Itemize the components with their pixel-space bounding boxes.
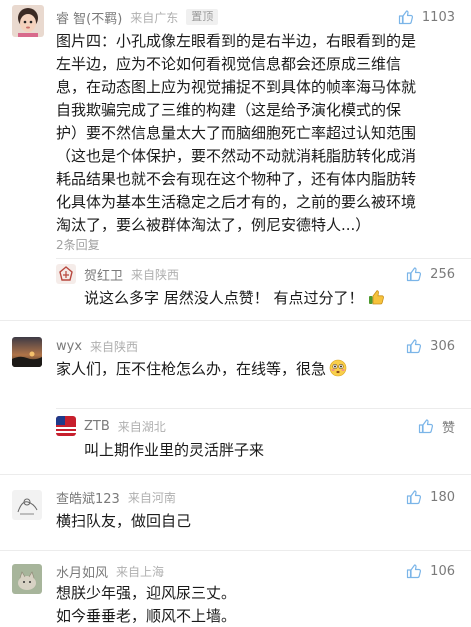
username[interactable]: 查皓斌123 (56, 488, 120, 507)
thumbs-up-icon (407, 267, 422, 282)
comment-line: 图片四：小孔成像左眼看到的是右半边，右眼看到的是 (56, 32, 417, 50)
like-count: 106 (430, 563, 455, 579)
like-count: 1103 (421, 9, 455, 25)
sunset-avatar[interactable] (12, 337, 42, 367)
like-button[interactable]: 180 (406, 488, 455, 506)
comment-item: 睿 智(不羁) 来自广东 置顶 1103 图片四：小孔成像左眼看到的是右半边，右… (0, 0, 471, 258)
location-label: 来自广东 (130, 10, 179, 25)
comment-text-content: 横扫队友，做回自己 (56, 512, 192, 530)
child-photo-avatar[interactable] (12, 5, 44, 37)
thumbs-up-icon (407, 490, 422, 505)
comment-text: 家人们，压不住枪怎么办，在线等，很急 (56, 358, 456, 381)
like-label: 赞 (441, 420, 455, 436)
username[interactable]: 水月如风 (56, 562, 108, 581)
divider (0, 550, 471, 551)
username[interactable]: wyx (56, 339, 82, 354)
username[interactable]: 贺红卫 (84, 265, 123, 284)
location-label: 来自河南 (127, 490, 176, 505)
location-label: 来自湖北 (117, 419, 166, 434)
comment-line: 护）要不然信息量太大了而脑细胞死亡率超过认知范围 (56, 124, 417, 142)
comment-line: 左半边，应为不论如何看视觉信息都会还原成三维信 (56, 55, 402, 73)
like-count: 306 (430, 338, 455, 354)
cat-avatar[interactable] (12, 564, 42, 594)
comment-item: 查皓斌123 来自河南 180 横扫队友，做回自己 (0, 474, 471, 550)
thumbs-up-icon (407, 564, 422, 579)
comment-text: 叫上期作业里的灵活胖子来 (84, 439, 454, 462)
thumbs-up-emoji (368, 290, 384, 305)
comment-text: 想朕少年强，迎风尿三丈。 如今垂垂老，顺风不上墙。 (56, 582, 456, 627)
comment-line: 淘汰了，要么被群体淘汰了，例尼安德特人...） (56, 216, 371, 234)
username[interactable]: 睿 智(不羁) (56, 8, 122, 27)
divider (56, 258, 471, 259)
comment-text-content: 说这么多字 居然没人点赞！ 有点过分了！ (84, 289, 364, 307)
sketch-avatar[interactable] (12, 490, 42, 520)
comment-item: wyx 来自陕西 306 家人们，压不住枪怎么办，在线等，很急 (0, 320, 471, 408)
thumbs-up-icon (418, 419, 434, 434)
comment-text: 横扫队友，做回自己 (56, 510, 456, 533)
like-count: 256 (430, 266, 455, 282)
flushed-face-emoji (329, 359, 347, 377)
thumbs-up-icon (407, 339, 422, 354)
reply-item: 贺红卫 来自陕西 256 说这么多字 居然没人点赞！ 有点过分了！ (0, 258, 471, 320)
comment-line: 想朕少年强，迎风尿三丈。 (56, 584, 237, 602)
like-button[interactable]: 106 (406, 562, 455, 580)
pinned-badge: 置顶 (186, 9, 219, 25)
thumbs-up-icon (398, 10, 413, 25)
like-button[interactable]: 1103 (398, 8, 455, 26)
like-button[interactable]: 306 (406, 337, 455, 355)
comment-text: 图片四：小孔成像左眼看到的是右半边，右眼看到的是 左半边，应为不论如何看视觉信息… (56, 30, 461, 237)
divider (56, 408, 471, 409)
comment-text-content: 家人们，压不住枪怎么办，在线等，很急 (56, 360, 327, 378)
comment-line: 如今垂垂老，顺风不上墙。 (56, 607, 237, 625)
divider (0, 474, 471, 475)
comment-line: （这也是个体保护，要不然动不动就消耗脂肪转化成消 (56, 147, 417, 165)
logo-avatar[interactable] (56, 264, 76, 284)
location-label: 来自上海 (116, 564, 165, 579)
reply-item: ZTB 来自湖北 赞 叫上期作业里的灵活胖子来 (0, 408, 471, 474)
comment-line: 化具体为基本生活稳定之后才有的，之前的要么被环境 (56, 193, 417, 211)
username[interactable]: ZTB (84, 419, 110, 434)
comment-line: 耗品结果也就不会有现在这个物种了，还有体内脂肪转 (56, 170, 417, 188)
comment-text-content: 叫上期作业里的灵活胖子来 (84, 441, 265, 459)
comment-item: 水月如风 来自上海 106 想朕少年强，迎风尿三丈。 如今垂垂老，顺风不上墙。 (0, 550, 471, 627)
flag-avatar[interactable] (56, 416, 76, 436)
comment-line: 息，在动态图上应为视觉捕捉不到具体的帧率海马体就 (56, 78, 417, 96)
like-button[interactable]: 256 (406, 265, 455, 283)
like-button[interactable]: 赞 (418, 417, 455, 436)
comment-line: 自我欺骗完成了三维的构建（这是给予演化模式的保 (56, 101, 402, 119)
divider (0, 320, 471, 321)
location-label: 来自陕西 (90, 339, 139, 354)
replies-link[interactable]: 2条回复 (56, 236, 100, 253)
comment-text: 说这么多字 居然没人点赞！ 有点过分了！ (84, 287, 454, 310)
like-count: 180 (430, 489, 455, 505)
location-label: 来自陕西 (131, 267, 180, 282)
